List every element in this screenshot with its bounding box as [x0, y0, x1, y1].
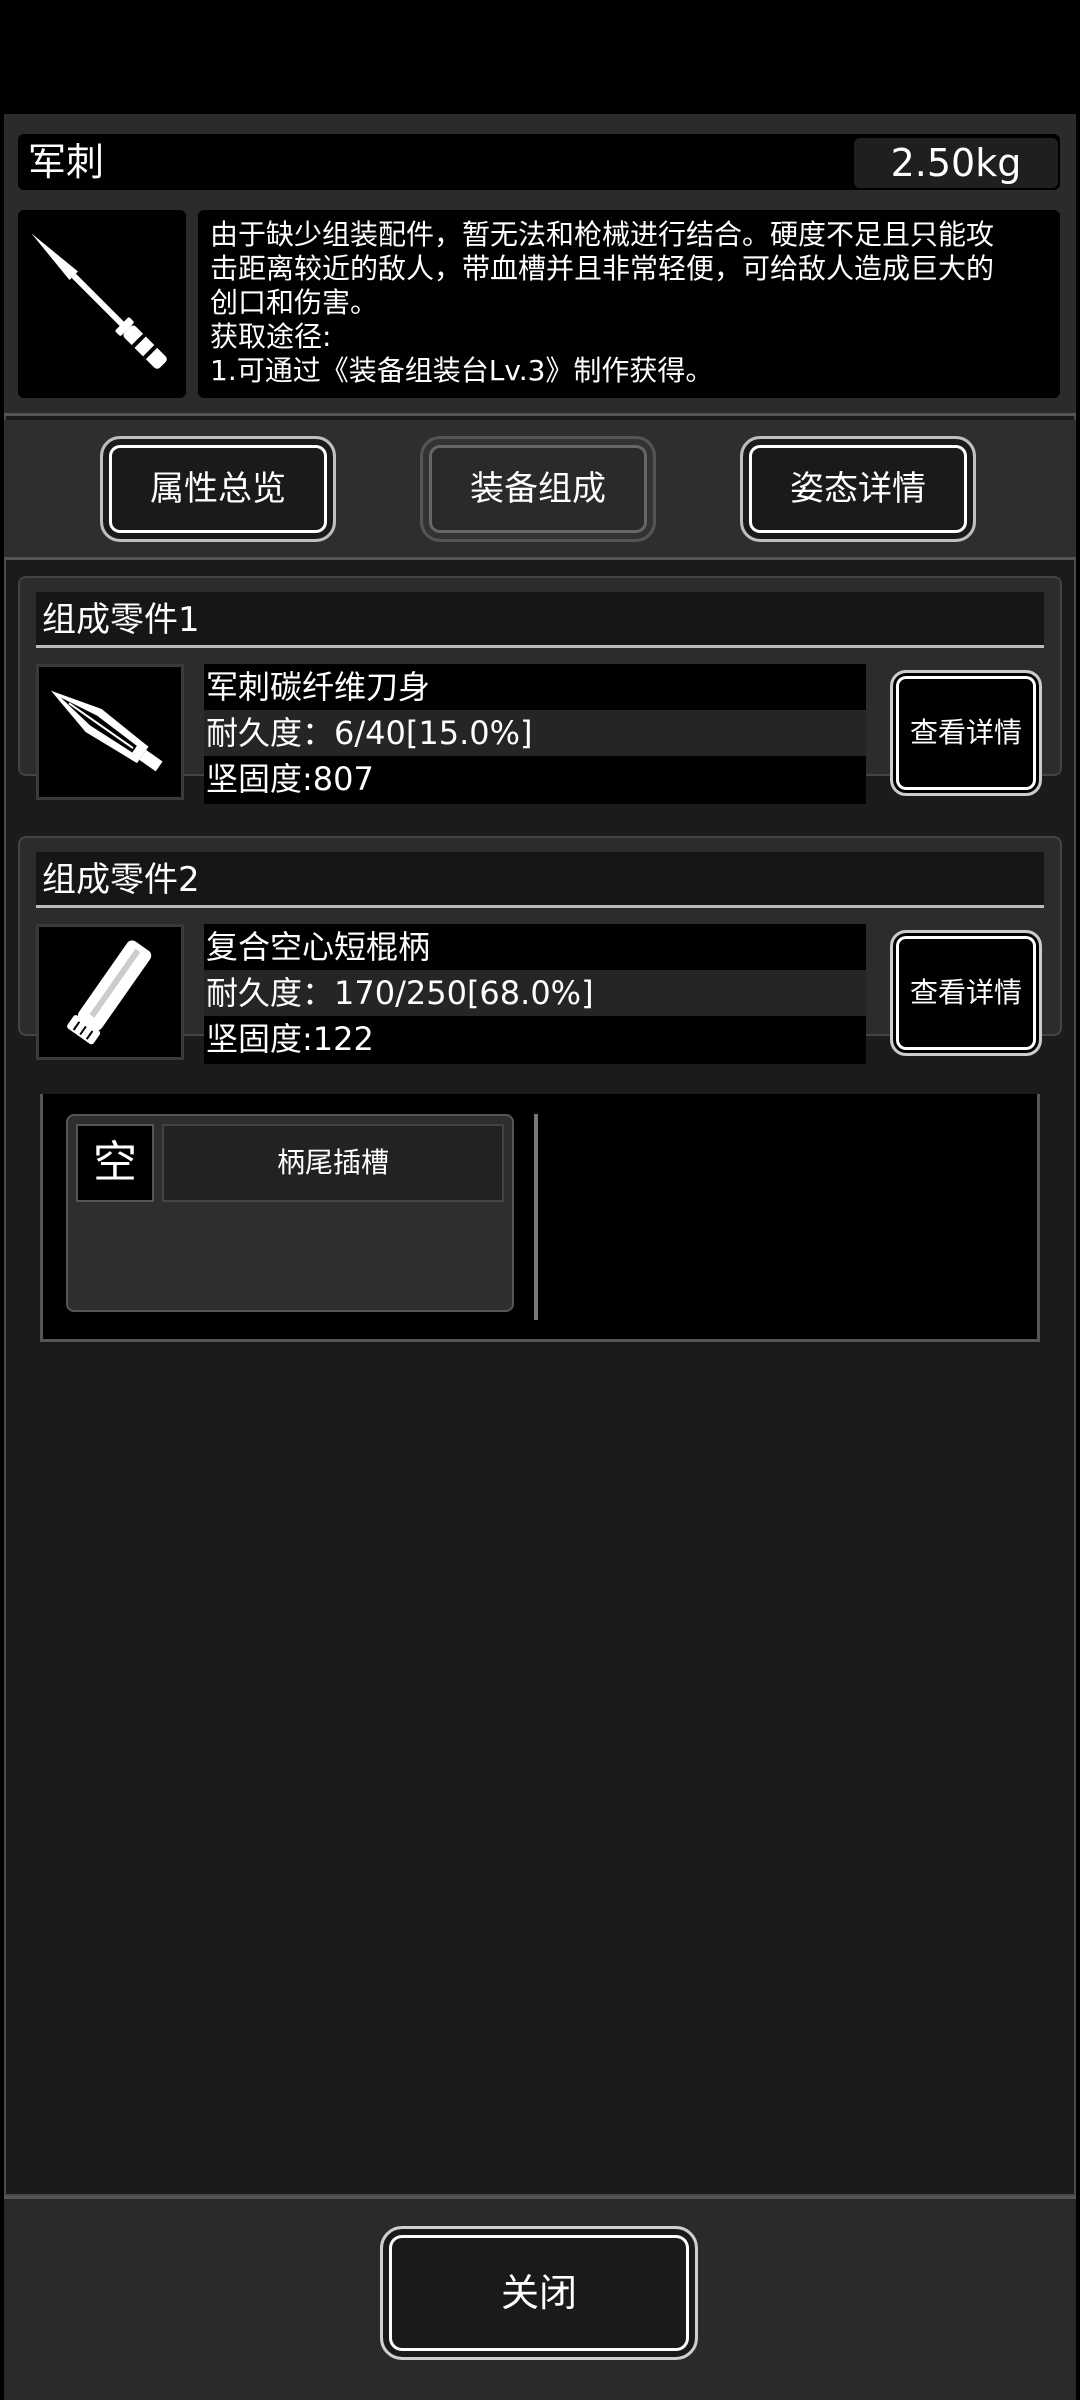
scrollbar[interactable]: [534, 1114, 538, 1320]
part-info: 军刺碳纤维刀身 耐久度：6/40[15.0%] 坚固度:807: [204, 664, 866, 804]
part-hardness: 坚固度:807: [206, 760, 374, 798]
part-icon-frame: [36, 664, 184, 800]
description-line: 创口和伤害。: [210, 286, 379, 319]
slot-status: 空: [76, 1124, 154, 1202]
part-name: 军刺碳纤维刀身: [206, 668, 431, 706]
close-button[interactable]: 关闭: [380, 2226, 698, 2360]
part-name: 复合空心短棍柄: [206, 928, 431, 966]
blade-icon: [51, 690, 163, 772]
part-header: 组成零件2: [36, 852, 1044, 908]
description-line: 获取途径:: [210, 320, 332, 353]
view-details-button[interactable]: 查看详情: [890, 930, 1042, 1056]
part-hardness: 坚固度:122: [206, 1020, 374, 1058]
part-durability: 耐久度：6/40[15.0%]: [204, 710, 866, 756]
item-weight: 2.50kg: [854, 138, 1058, 188]
item-name: 军刺: [28, 140, 105, 184]
part-icon-frame: [36, 924, 184, 1060]
handle-icon: [67, 940, 152, 1045]
item-icon-frame: [18, 210, 186, 398]
view-details-button[interactable]: 查看详情: [890, 670, 1042, 796]
tab-overview[interactable]: 属性总览: [100, 436, 336, 542]
tab-stance[interactable]: 姿态详情: [740, 436, 976, 542]
description-line: 1.可通过《装备组装台Lv.3》制作获得。: [210, 354, 714, 387]
slot-label: 柄尾插槽: [162, 1124, 504, 1202]
tab-composition[interactable]: 装备组成: [420, 436, 656, 542]
bayonet-icon: [31, 233, 167, 369]
item-description: 由于缺少组装配件，暂无法和枪械进行结合。硬度不足且只能攻 击距离较近的敌人，带血…: [198, 210, 1060, 398]
part-durability: 耐久度：170/250[68.0%]: [204, 970, 866, 1016]
description-line: 由于缺少组装配件，暂无法和枪械进行结合。硬度不足且只能攻: [210, 218, 995, 251]
description-line: 击距离较近的敌人，带血槽并且非常轻便，可给敌人造成巨大的: [210, 252, 995, 285]
part-info: 复合空心短棍柄 耐久度：170/250[68.0%] 坚固度:122: [204, 924, 866, 1064]
part-header: 组成零件1: [36, 592, 1044, 648]
